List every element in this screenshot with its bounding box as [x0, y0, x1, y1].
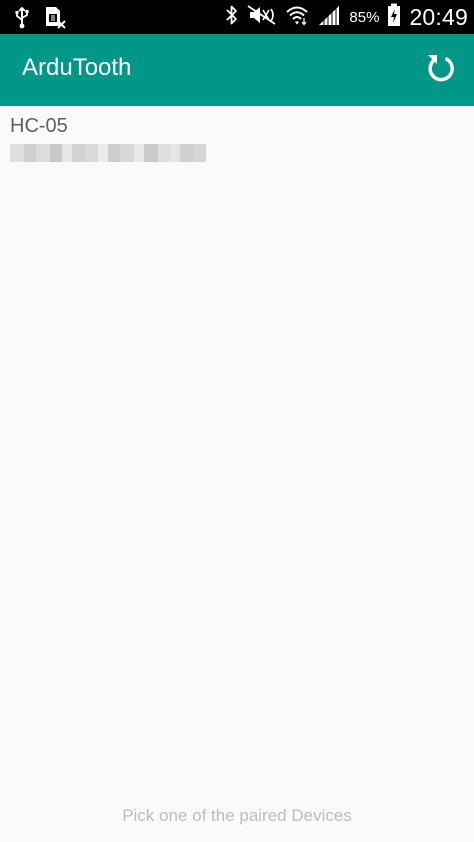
battery-percent: 85%	[349, 8, 380, 26]
app-title: ArduTooth	[22, 54, 132, 81]
device-address-redacted	[10, 144, 206, 162]
refresh-icon	[424, 52, 456, 88]
paired-device-list: HC-05	[0, 106, 474, 168]
app-bar: ArduTooth	[0, 34, 474, 106]
wifi-icon	[285, 4, 309, 30]
clock: 20:49	[409, 3, 468, 30]
hint-text: Pick one of the paired Devices	[122, 806, 352, 825]
device-name: HC-05	[10, 115, 68, 137]
refresh-button[interactable]	[420, 50, 460, 90]
screen: 85% 20:49 ArduTooth HC-05 Pick one of th…	[0, 0, 474, 842]
signal-icon	[317, 4, 341, 30]
mute-icon	[247, 4, 277, 30]
status-bar: 85% 20:49	[0, 0, 474, 34]
list-item[interactable]: HC-05	[0, 106, 474, 168]
status-bar-right: 85% 20:49	[225, 0, 468, 34]
bluetooth-icon	[225, 4, 239, 30]
usb-icon	[14, 6, 30, 33]
battery-charging-icon	[387, 3, 401, 31]
status-bar-left	[14, 6, 66, 34]
no-sim-icon	[44, 6, 66, 34]
